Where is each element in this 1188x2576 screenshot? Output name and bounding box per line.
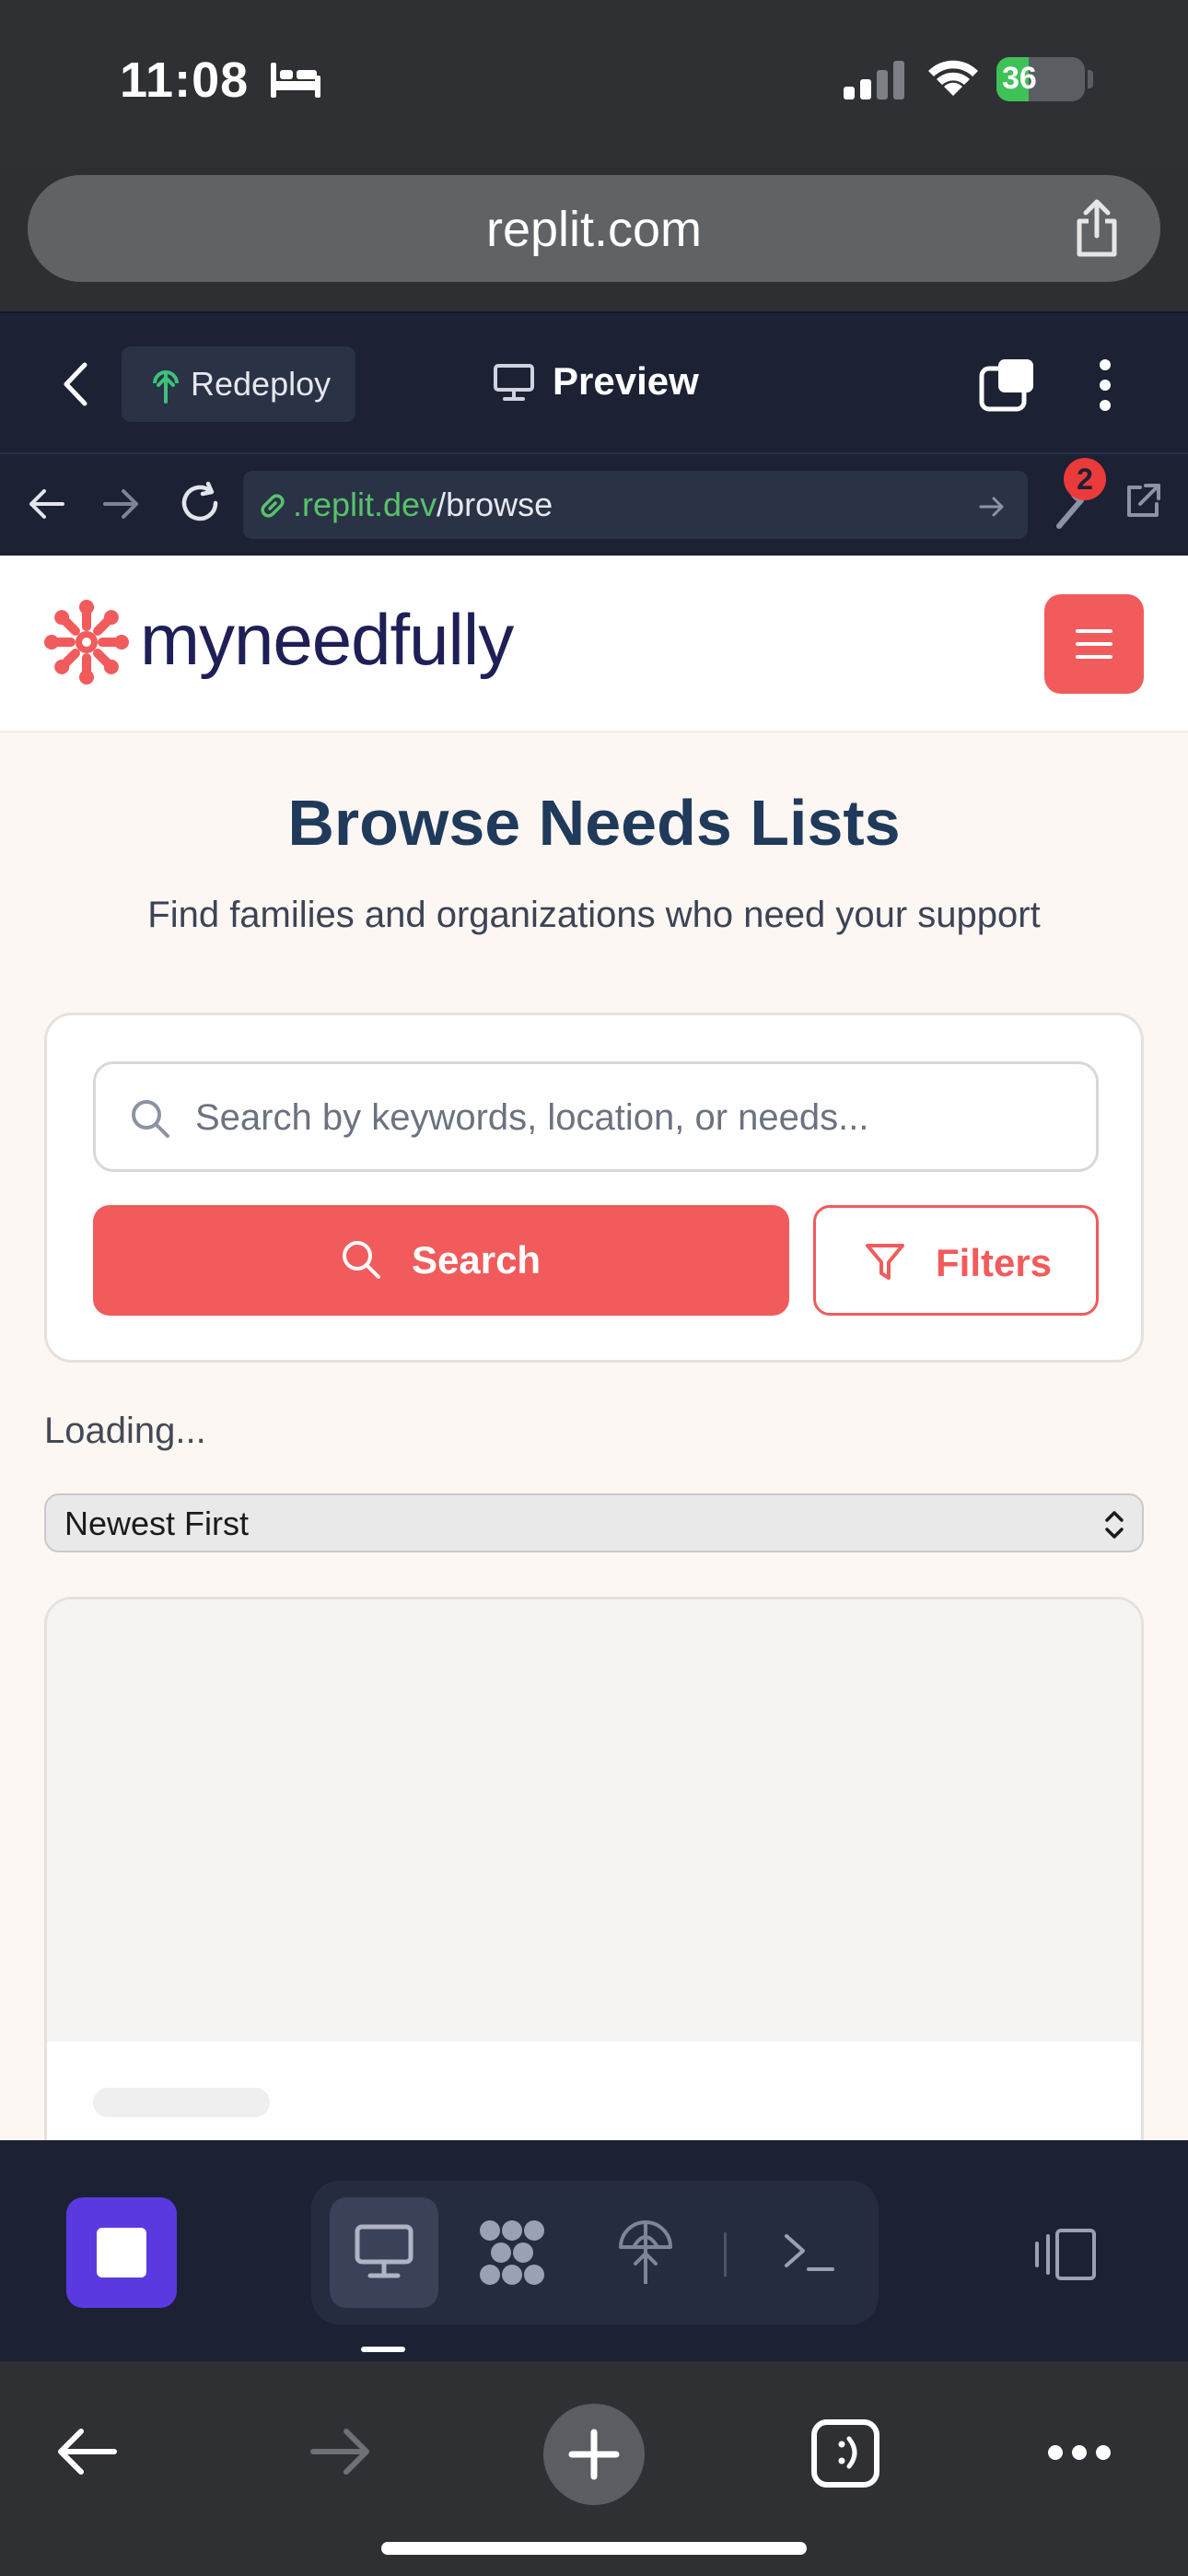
- sort-select[interactable]: Newest First: [44, 1493, 1144, 1552]
- search-input[interactable]: [195, 1086, 1079, 1149]
- search-button[interactable]: Search: [93, 1205, 789, 1316]
- status-bar: 11:08 36: [0, 0, 1188, 161]
- page-subtitle: Find families and organizations who need…: [147, 895, 1041, 935]
- safari-toolbar: [0, 2361, 1188, 2576]
- reload-icon[interactable]: [177, 480, 223, 526]
- replit-dock: [0, 2140, 1188, 2361]
- skeleton-text-line: [93, 2088, 270, 2117]
- redeploy-icon: [153, 370, 179, 404]
- tool-preview[interactable]: [330, 2197, 438, 2308]
- battery-icon: 36: [996, 57, 1085, 101]
- deploy-icon[interactable]: [615, 2218, 676, 2288]
- nav-back-icon[interactable]: [26, 484, 66, 524]
- monitor-icon: [355, 2224, 413, 2278]
- url-path: /browse: [437, 486, 553, 523]
- preview-navigation: .replit.dev/browse 2: [0, 454, 1188, 556]
- share-icon[interactable]: [1070, 199, 1124, 258]
- go-arrow-icon[interactable]: [978, 493, 1006, 521]
- panel-layout-icon[interactable]: [1033, 2227, 1098, 2282]
- chevron-up-down-icon: [1105, 1511, 1124, 1539]
- active-tool-indicator: [361, 2347, 405, 2352]
- filter-icon: [866, 1244, 904, 1280]
- redeploy-label: Redeploy: [191, 365, 332, 403]
- home-indicator: [381, 2542, 807, 2555]
- apps-icon[interactable]: [477, 2218, 547, 2288]
- replit-header: Redeploy Preview: [0, 311, 1188, 454]
- wifi-icon: [928, 60, 978, 96]
- brand-logo-icon[interactable]: [42, 598, 131, 686]
- filters-button[interactable]: Filters: [813, 1205, 1099, 1316]
- safari-url[interactable]: replit.com: [28, 201, 1160, 258]
- more-icon[interactable]: [1046, 2442, 1112, 2463]
- monitor-icon: [494, 364, 534, 401]
- search-card: Search Filters: [44, 1013, 1144, 1363]
- notification-badge: 2: [1064, 458, 1106, 500]
- open-external-icon[interactable]: [1122, 480, 1164, 522]
- link-icon: [261, 494, 285, 518]
- loading-status: Loading...: [44, 1411, 206, 1451]
- stop-button[interactable]: [66, 2197, 177, 2308]
- back-arrow-icon[interactable]: [53, 2422, 120, 2481]
- search-icon: [343, 1241, 380, 1279]
- bed-icon: [271, 63, 320, 98]
- nav-forward-icon[interactable]: [101, 484, 142, 524]
- preview-url-field[interactable]: .replit.dev/browse: [243, 471, 1028, 539]
- safari-address-bar[interactable]: replit.com: [28, 175, 1160, 282]
- new-window-icon[interactable]: [978, 357, 1037, 413]
- back-chevron-icon[interactable]: [57, 359, 94, 409]
- skeleton-image: [47, 1599, 1141, 2042]
- stop-icon: [97, 2228, 146, 2277]
- tool-switcher: [311, 2181, 879, 2324]
- signal-icon: [844, 61, 904, 100]
- redeploy-button[interactable]: Redeploy: [122, 346, 355, 422]
- tabs-icon[interactable]: [810, 2418, 880, 2488]
- preview-url: .replit.dev/browse: [293, 486, 553, 524]
- battery-percent: 36: [1002, 61, 1037, 96]
- search-input-wrapper[interactable]: [93, 1061, 1099, 1172]
- page-title: Browse Needs Lists: [287, 787, 901, 859]
- url-domain: .replit.dev: [293, 486, 437, 523]
- more-options-icon[interactable]: [1094, 357, 1116, 413]
- brand-name[interactable]: myneedfully: [140, 598, 514, 682]
- terminal-icon[interactable]: [781, 2229, 836, 2277]
- status-time: 11:08: [120, 53, 250, 108]
- new-tab-plus-icon[interactable]: [543, 2404, 645, 2505]
- sort-selected-value: Newest First: [64, 1505, 250, 1542]
- search-icon: [132, 1100, 169, 1138]
- filters-button-label: Filters: [936, 1241, 1053, 1284]
- search-button-label: Search: [412, 1238, 542, 1282]
- forward-arrow-icon[interactable]: [308, 2422, 374, 2481]
- hamburger-menu-button[interactable]: [1044, 594, 1144, 694]
- loading-card-skeleton: [44, 1597, 1144, 2140]
- site-header: myneedfully: [0, 556, 1188, 732]
- preview-label: Preview: [553, 359, 699, 403]
- web-page: myneedfully Browse Needs Lists Find fami…: [0, 556, 1188, 2140]
